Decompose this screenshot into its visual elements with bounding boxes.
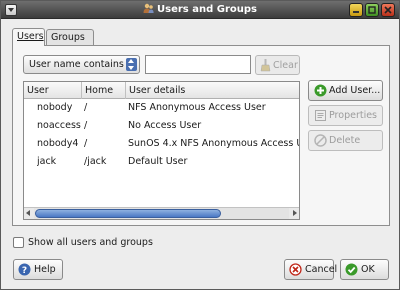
column-header-home[interactable]: Home	[82, 82, 126, 99]
help-label: Help	[34, 264, 56, 275]
cancel-icon	[289, 263, 302, 279]
svg-text:?: ?	[22, 266, 27, 276]
delete-icon	[314, 134, 327, 150]
close-button[interactable]	[381, 3, 395, 17]
clear-button[interactable]: Clear	[255, 55, 300, 75]
filter-type-selected: User name contains	[29, 59, 124, 70]
horizontal-scrollbar[interactable]	[24, 207, 299, 219]
cell-user-details: SunOS 4.x NFS Anonymous Access User	[128, 138, 300, 149]
table-row[interactable]: nobody / NFS Anonymous Access User	[24, 99, 299, 117]
maximize-icon	[368, 6, 376, 14]
column-header-user[interactable]: User	[24, 82, 82, 99]
help-button[interactable]: ? Help	[13, 259, 63, 280]
cell-user-details: No Access User	[128, 120, 202, 131]
cell-user-details: NFS Anonymous Access User	[128, 102, 266, 113]
show-all-checkbox[interactable]	[13, 237, 24, 248]
filter-input[interactable]	[145, 55, 251, 74]
ok-icon	[345, 263, 358, 279]
cell-user: nobody	[37, 102, 73, 113]
users-icon	[143, 3, 154, 14]
cell-home: /	[84, 120, 88, 131]
title-bar: Users and Groups	[1, 1, 399, 19]
updown-arrows-icon	[126, 58, 137, 71]
help-icon: ?	[18, 263, 31, 279]
tab-groups-label: Groups	[51, 32, 85, 43]
properties-label: Properties	[329, 110, 378, 121]
properties-icon	[314, 109, 327, 125]
add-icon	[314, 84, 327, 100]
delete-label: Delete	[329, 135, 361, 146]
users-and-groups-window: Users and Groups Users Groups User name …	[0, 0, 400, 290]
minimize-icon	[353, 11, 359, 13]
add-user-button[interactable]: Add User...	[308, 80, 383, 101]
cell-home: /jack	[84, 156, 107, 167]
users-tab-panel: User name contains Clear User Home User …	[12, 45, 390, 226]
add-user-label: Add User...	[329, 85, 381, 96]
table-row[interactable]: nobody4 / SunOS 4.x NFS Anonymous Access…	[24, 135, 299, 153]
properties-button[interactable]: Properties	[308, 105, 383, 126]
filter-type-select[interactable]: User name contains	[23, 55, 140, 74]
tab-users-label: Users	[17, 31, 44, 42]
scroll-left-icon[interactable]	[24, 208, 34, 219]
cell-home: /	[84, 138, 88, 149]
window-title: Users and Groups	[1, 3, 399, 17]
table-row[interactable]: noaccess / No Access User	[24, 117, 299, 135]
cell-user: noaccess	[37, 120, 81, 131]
cell-user: jack	[37, 156, 57, 167]
cell-user: nobody4	[37, 138, 79, 149]
cancel-label: Cancel	[305, 264, 338, 275]
scroll-right-icon[interactable]	[289, 208, 299, 219]
ok-button[interactable]: OK	[340, 259, 389, 280]
close-icon	[384, 6, 392, 14]
broom-icon	[260, 59, 271, 75]
table-row[interactable]: jack /jack Default User	[24, 153, 299, 171]
tab-groups[interactable]: Groups	[46, 29, 94, 45]
window-title-text: Users and Groups	[157, 4, 257, 15]
show-all-label: Show all users and groups	[28, 237, 153, 248]
tab-users[interactable]: Users	[12, 28, 45, 46]
scrollbar-thumb[interactable]	[35, 209, 221, 218]
users-table[interactable]: User Home User details nobody / NFS Anon…	[23, 81, 300, 220]
delete-button[interactable]: Delete	[308, 130, 383, 151]
cell-user-details: Default User	[128, 156, 188, 167]
column-header-user-details[interactable]: User details	[126, 82, 299, 99]
cell-home: /	[84, 102, 88, 113]
cancel-button[interactable]: Cancel	[284, 259, 338, 280]
maximize-button[interactable]	[365, 3, 379, 17]
table-header: User Home User details	[24, 82, 299, 99]
clear-label: Clear	[273, 60, 298, 71]
ok-label: OK	[361, 264, 375, 275]
minimize-button[interactable]	[349, 3, 363, 17]
